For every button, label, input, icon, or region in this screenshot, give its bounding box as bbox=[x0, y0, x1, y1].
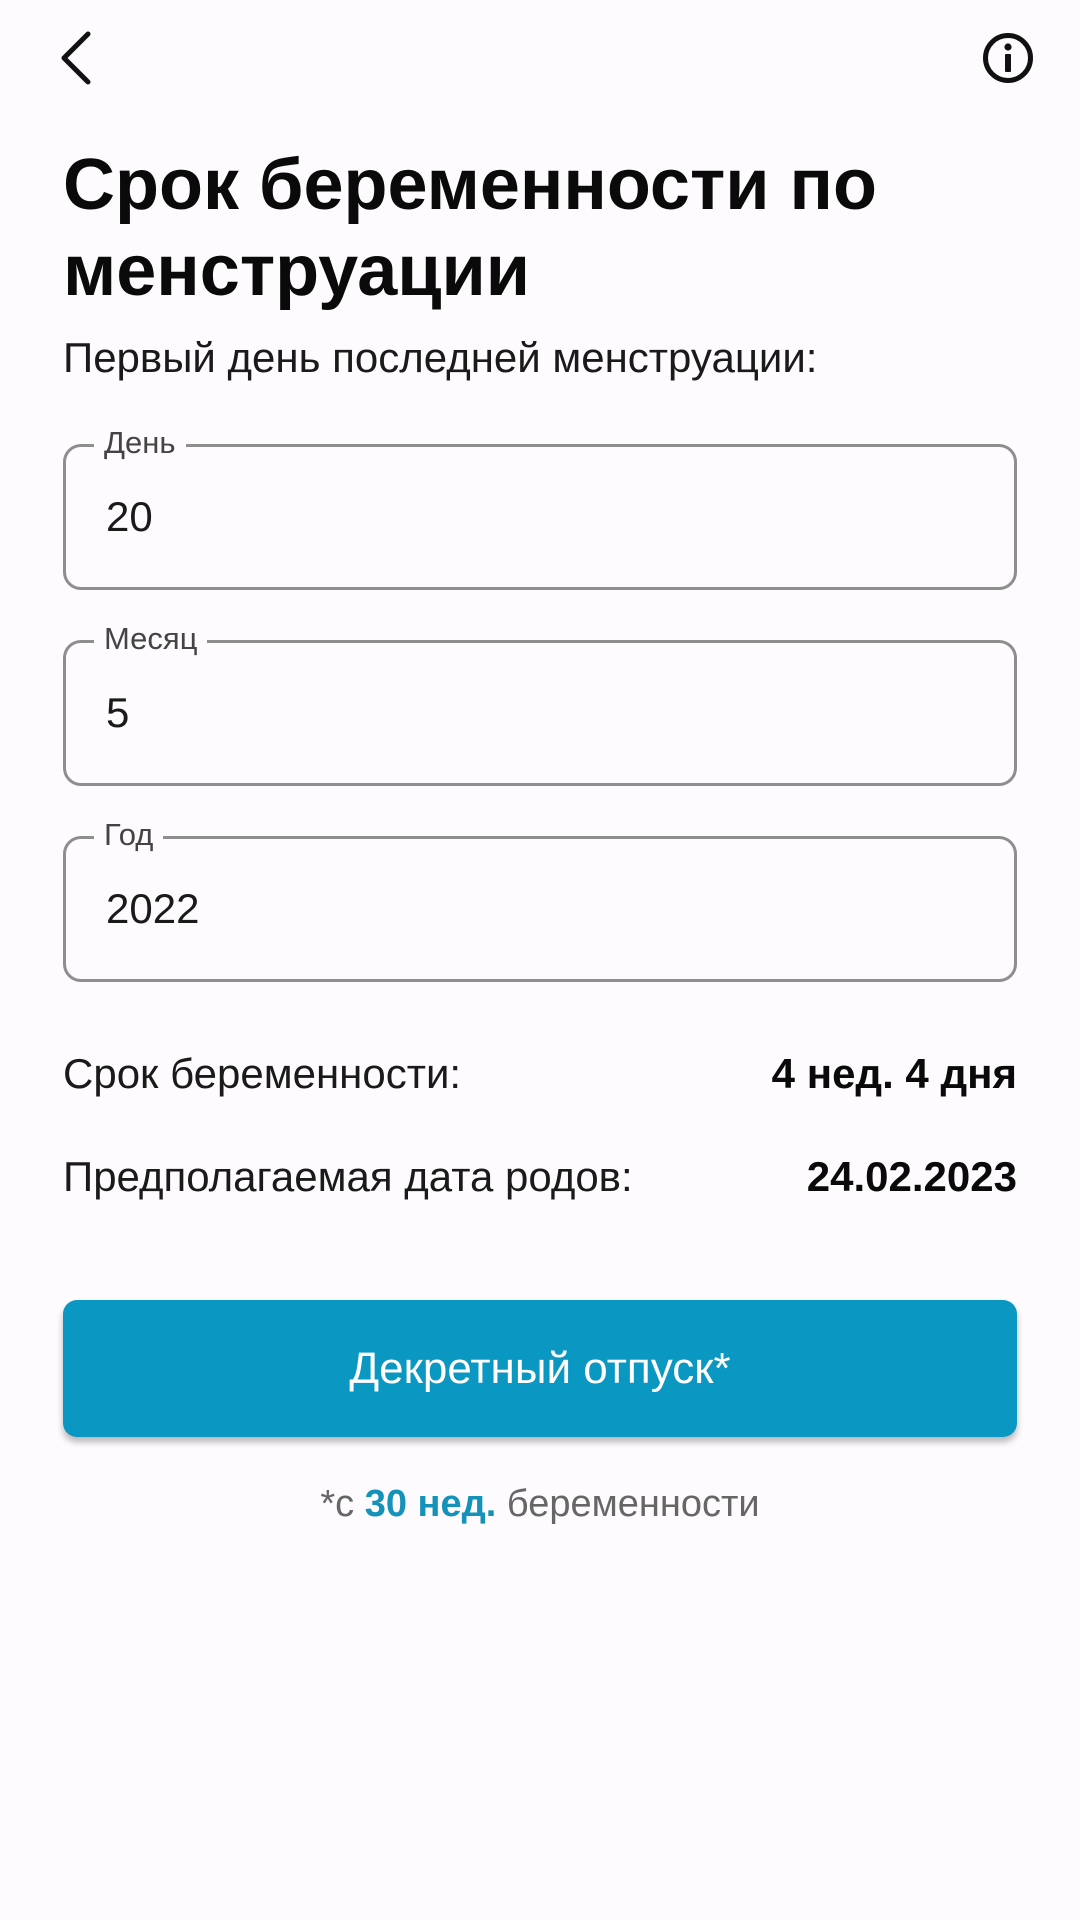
back-button[interactable] bbox=[44, 22, 108, 94]
due-date-row: Предполагаемая дата родов: 24.02.2023 bbox=[63, 1147, 1017, 1207]
chevron-left-icon bbox=[61, 31, 91, 85]
month-field[interactable]: Месяц bbox=[63, 619, 1017, 786]
day-field[interactable]: День bbox=[63, 423, 1017, 590]
info-circle-icon bbox=[983, 33, 1033, 83]
day-input[interactable] bbox=[106, 491, 966, 543]
page-subtitle: Первый день последней менструации: bbox=[63, 334, 818, 381]
due-date-label: Предполагаемая дата родов: bbox=[63, 1153, 633, 1200]
due-date-value: 24.02.2023 bbox=[806, 1153, 1017, 1200]
top-app-bar bbox=[0, 0, 1080, 120]
footnote-suffix: беременности bbox=[496, 1483, 760, 1525]
footnote-prefix: *с bbox=[320, 1483, 365, 1525]
year-input[interactable] bbox=[106, 883, 966, 935]
day-field-label: День bbox=[94, 423, 186, 463]
term-label: Срок беременности: bbox=[63, 1050, 462, 1097]
year-field-label: Год bbox=[94, 815, 164, 855]
page-title: Срок беременности по менструации bbox=[63, 145, 877, 311]
info-button[interactable] bbox=[976, 26, 1040, 90]
footnote-highlight: 30 нед. bbox=[364, 1483, 497, 1525]
term-value: 4 нед. 4 дня bbox=[771, 1050, 1017, 1097]
term-row: Срок беременности: 4 нед. 4 дня bbox=[63, 1044, 1017, 1104]
maternity-leave-button[interactable]: Декретный отпуск* bbox=[63, 1300, 1017, 1437]
month-field-label: Месяц bbox=[94, 619, 208, 659]
year-field[interactable]: Год bbox=[63, 815, 1017, 982]
footnote: *с 30 нед. беременности bbox=[0, 1476, 1080, 1532]
month-input[interactable] bbox=[106, 687, 966, 739]
